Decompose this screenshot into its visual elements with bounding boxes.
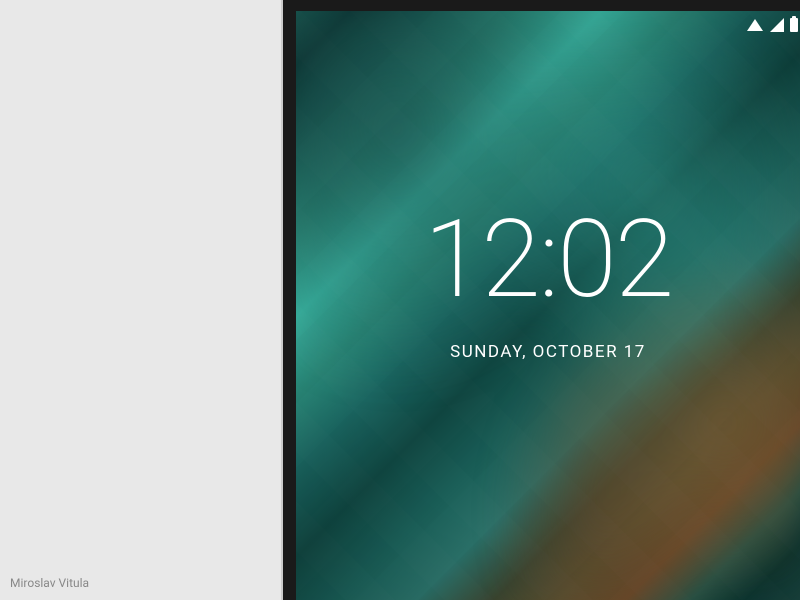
status-bar	[747, 11, 800, 39]
clock-date: SUNDAY, OCTOBER 17	[296, 342, 800, 362]
lockscreen-clock: 12:02 SUNDAY, OCTOBER 17	[296, 206, 800, 362]
battery-icon	[790, 18, 798, 32]
wifi-icon	[747, 19, 763, 31]
author-credit: Miroslav Vitula	[10, 576, 89, 590]
cellular-signal-icon	[770, 18, 784, 32]
clock-time: 12:02	[296, 206, 800, 314]
lock-screen[interactable]: 12:02 SUNDAY, OCTOBER 17	[296, 11, 800, 600]
device-frame: 12:02 SUNDAY, OCTOBER 17	[281, 0, 800, 600]
